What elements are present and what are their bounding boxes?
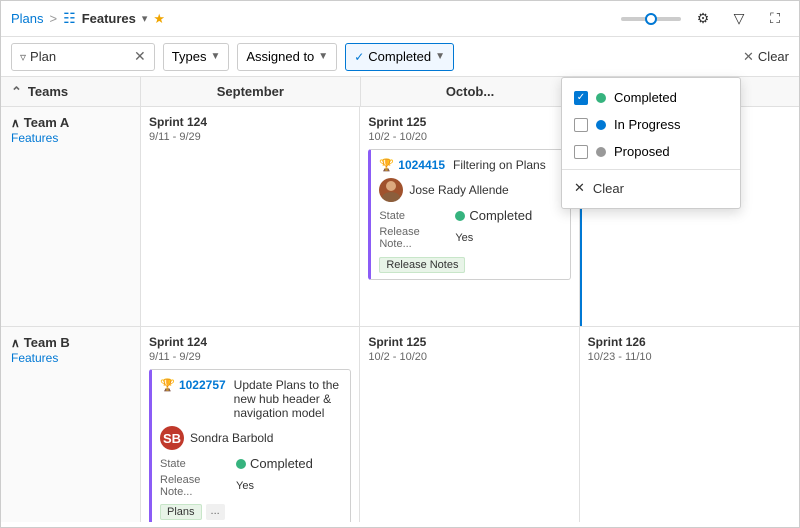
assigned-label: Assigned to bbox=[246, 49, 314, 64]
card-title-row: 🏆 1024415 Filtering on Plans bbox=[379, 158, 561, 172]
breadcrumb-icon: ☷ bbox=[63, 10, 76, 27]
plans-tag[interactable]: Plans bbox=[160, 504, 202, 520]
completed-label: Completed bbox=[614, 90, 677, 105]
breadcrumb-current[interactable]: Features bbox=[82, 11, 136, 26]
status-chevron-icon: ▼ bbox=[435, 51, 445, 62]
card-tags-b: Plans ... bbox=[160, 504, 342, 520]
status-filter[interactable]: ✓ Completed ▼ bbox=[345, 43, 454, 71]
card-title-row-b: 🏆 1022757 Update Plans to the new hub he… bbox=[160, 378, 342, 420]
status-checkmark-icon: ✓ bbox=[354, 50, 364, 64]
card-avatar-row: Jose Rady Allende bbox=[379, 178, 561, 202]
team-a-sprint-124: Sprint 124 9/11 - 9/29 bbox=[141, 107, 360, 326]
team-a-sprint-125: Sprint 125 10/2 - 10/20 🏆 1024415 Filter… bbox=[360, 107, 579, 326]
proposed-label: Proposed bbox=[614, 144, 670, 159]
trophy-icon-b: 🏆 bbox=[160, 378, 175, 392]
teams-collapse-icon[interactable]: ⌃ bbox=[11, 84, 22, 100]
dropdown-item-inprogress[interactable]: In Progress bbox=[562, 111, 740, 138]
state-dot bbox=[455, 211, 465, 221]
user-avatar-b: SB bbox=[160, 426, 184, 450]
card-state-row-b: State Completed bbox=[160, 456, 342, 471]
team-b-section: ∧ Team B Features Sprint 124 9/11 - 9/29… bbox=[1, 327, 799, 522]
work-item-1022757: 🏆 1022757 Update Plans to the new hub he… bbox=[149, 369, 351, 522]
zoom-slider[interactable] bbox=[621, 17, 681, 21]
team-a-chevron-icon[interactable]: ∧ bbox=[11, 116, 20, 130]
work-item-1024415: 🏆 1024415 Filtering on Plans Jose Rady A… bbox=[368, 149, 570, 280]
september-column-header: September bbox=[141, 77, 361, 106]
team-a-link[interactable]: Features bbox=[11, 131, 58, 145]
team-a-name: ∧ Team A bbox=[11, 115, 130, 130]
dropdown-clear-x-icon: ✕ bbox=[574, 180, 585, 196]
team-b-sprint-124: Sprint 124 9/11 - 9/29 🏆 1022757 Update … bbox=[141, 327, 360, 522]
expand-button[interactable]: ⛶ bbox=[761, 5, 789, 33]
clear-x-icon: ✕ bbox=[743, 49, 754, 65]
completed-dot bbox=[596, 93, 606, 103]
completed-checkbox[interactable]: ✓ bbox=[574, 91, 588, 105]
state-dot-b bbox=[236, 459, 246, 469]
proposed-checkbox[interactable] bbox=[574, 145, 588, 159]
inprogress-dot bbox=[596, 120, 606, 130]
clear-all-button[interactable]: ✕ Clear bbox=[743, 49, 789, 65]
team-b-sprint-126: Sprint 126 10/23 - 11/10 bbox=[580, 327, 799, 522]
settings-button[interactable]: ⚙ bbox=[689, 5, 717, 33]
breadcrumb-parent[interactable]: Plans bbox=[11, 11, 44, 26]
filter-bar: ▿ ✕ Types ▼ Assigned to ▼ ✓ Completed ▼ … bbox=[1, 37, 799, 77]
proposed-dot bbox=[596, 147, 606, 157]
team-b-link[interactable]: Features bbox=[11, 351, 58, 365]
filter-funnel-icon: ▿ bbox=[20, 50, 26, 64]
filter-icon-btn[interactable]: ▽ bbox=[725, 5, 753, 33]
dropdown-item-completed[interactable]: ✓ Completed bbox=[562, 84, 740, 111]
plan-filter[interactable]: ▿ ✕ bbox=[11, 43, 155, 71]
clear-label: Clear bbox=[758, 49, 789, 64]
breadcrumb: Plans > ☷ Features ▾ ★ bbox=[11, 10, 165, 27]
trophy-icon: 🏆 bbox=[379, 158, 394, 172]
dropdown-item-proposed[interactable]: Proposed bbox=[562, 138, 740, 165]
plan-clear-icon[interactable]: ✕ bbox=[134, 48, 146, 65]
breadcrumb-separator: > bbox=[50, 11, 58, 26]
team-b-sprints: Sprint 124 9/11 - 9/29 🏆 1022757 Update … bbox=[141, 327, 799, 522]
status-dropdown: ✓ Completed In Progress Proposed ✕ Clear bbox=[561, 77, 741, 209]
types-chevron-icon: ▼ bbox=[210, 51, 220, 62]
plan-input[interactable] bbox=[30, 49, 130, 64]
team-b-name: ∧ Team B bbox=[11, 335, 130, 350]
types-label: Types bbox=[172, 49, 207, 64]
star-icon[interactable]: ★ bbox=[153, 11, 165, 27]
october-column-header: Octob... bbox=[361, 77, 581, 106]
card-avatar-row-b: SB Sondra Barbold bbox=[160, 426, 342, 450]
dropdown-divider bbox=[562, 169, 740, 170]
more-tag[interactable]: ... bbox=[206, 504, 225, 520]
chevron-down-icon[interactable]: ▾ bbox=[142, 12, 148, 25]
status-label: Completed bbox=[368, 49, 431, 64]
inprogress-label: In Progress bbox=[614, 117, 680, 132]
team-b-info: ∧ Team B Features bbox=[1, 327, 141, 522]
user-avatar bbox=[379, 178, 403, 202]
card-tags: Release Notes bbox=[379, 256, 561, 271]
card-state-row: State Completed bbox=[379, 208, 561, 223]
card-release-row: Release Note... Yes bbox=[379, 226, 561, 250]
team-b-chevron-icon[interactable]: ∧ bbox=[11, 336, 20, 350]
teams-column-header: ⌃ Teams bbox=[1, 77, 141, 106]
team-b-sprint-125: Sprint 125 10/2 - 10/20 bbox=[360, 327, 579, 522]
card-release-row-b: Release Note... Yes bbox=[160, 474, 342, 498]
top-bar-actions: ⚙ ▽ ⛶ bbox=[621, 5, 789, 33]
team-a-info: ∧ Team A Features bbox=[1, 107, 141, 326]
assigned-chevron-icon: ▼ bbox=[318, 51, 328, 62]
dropdown-clear-label: Clear bbox=[593, 181, 624, 196]
top-bar: Plans > ☷ Features ▾ ★ ⚙ ▽ ⛶ bbox=[1, 1, 799, 37]
types-filter[interactable]: Types ▼ bbox=[163, 43, 230, 71]
dropdown-clear-button[interactable]: ✕ Clear bbox=[562, 174, 740, 202]
inprogress-checkbox[interactable] bbox=[574, 118, 588, 132]
release-notes-tag[interactable]: Release Notes bbox=[379, 257, 465, 273]
assigned-filter[interactable]: Assigned to ▼ bbox=[237, 43, 337, 71]
